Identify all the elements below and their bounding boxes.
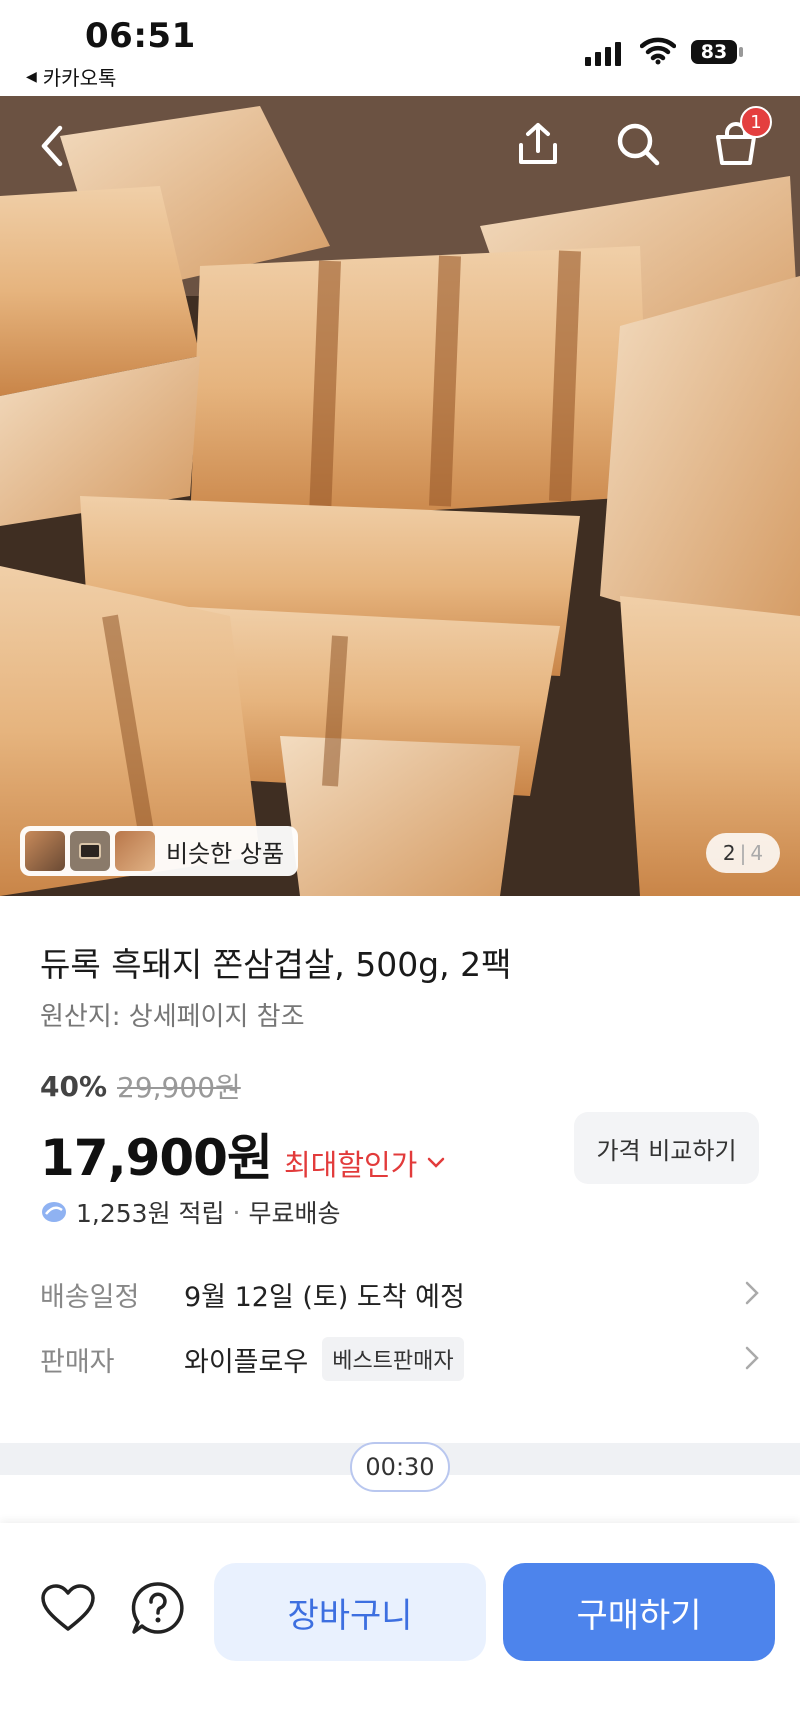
wifi-icon	[640, 37, 676, 65]
bottom-action-bar: 장바구니 구매하기	[0, 1523, 800, 1731]
battery-indicator: 83	[690, 39, 744, 65]
chevron-right-icon	[745, 1281, 759, 1305]
product-title: 듀록 흑돼지 쫀삼겹살, 500g, 2팩	[40, 945, 512, 984]
similar-thumbnail	[25, 831, 65, 871]
seller-row[interactable]: 판매자 와이플로우 베스트판매자	[40, 1337, 760, 1381]
question-icon	[131, 1582, 184, 1634]
search-icon	[617, 123, 660, 166]
buy-now-button[interactable]: 구매하기	[503, 1563, 775, 1661]
cart-count-badge: 1	[740, 106, 772, 138]
seller-label: 판매자	[40, 1346, 115, 1378]
page-separator: |	[739, 841, 747, 865]
original-price: 29,900원	[117, 1071, 241, 1104]
countdown-timer: 00:30	[350, 1442, 450, 1492]
similar-products-label: 비슷한 상품	[166, 839, 285, 868]
discount-percent: 40%	[40, 1069, 108, 1103]
search-button[interactable]	[610, 114, 666, 174]
product-origin: 원산지: 상세페이지 참조	[40, 1002, 305, 1032]
product-photo	[0, 96, 800, 896]
status-bar: 06:51 ◀ 카카오톡 83	[0, 0, 800, 96]
chevron-down-icon	[428, 1157, 445, 1168]
seller-name: 와이플로우	[184, 1346, 309, 1378]
chevron-left-icon	[41, 125, 63, 167]
total-pages: 4	[750, 841, 764, 865]
price-row: 17,900원 최대할인가	[40, 1118, 445, 1190]
max-discount-label: 최대할인가	[283, 1148, 418, 1182]
inquiry-button[interactable]	[128, 1578, 188, 1638]
similar-thumbnail	[115, 831, 155, 871]
image-page-indicator: 2 | 4	[706, 833, 780, 873]
back-triangle-icon: ◀	[26, 68, 37, 85]
battery-level: 83	[700, 41, 728, 63]
heart-icon	[41, 1584, 95, 1631]
sale-price: 17,900원	[40, 1129, 273, 1187]
compare-price-button[interactable]: 가격 비교하기	[574, 1112, 759, 1184]
points-earned: 1,253원 적립	[76, 1199, 225, 1228]
discount-row: 40% 29,900원	[40, 1066, 241, 1106]
share-icon	[519, 123, 557, 164]
back-to-app-link[interactable]: ◀ 카카오톡	[26, 62, 116, 91]
dot-separator: ·	[232, 1197, 241, 1227]
similar-products-chip[interactable]: 비슷한 상품	[20, 826, 299, 876]
cellular-signal-icon	[585, 40, 621, 66]
current-page: 2	[722, 841, 736, 865]
product-image-gallery[interactable]: 비슷한 상품 2 | 4	[0, 96, 800, 896]
status-time: 06:51	[85, 16, 196, 56]
shipping-fee: 무료배송	[248, 1199, 341, 1228]
max-discount-toggle[interactable]: 최대할인가	[284, 1142, 445, 1184]
delivery-date: 9월 12일 (토) 도착 예정	[184, 1281, 465, 1313]
back-button[interactable]	[30, 118, 74, 174]
delivery-schedule-row[interactable]: 배송일정 9월 12일 (토) 도착 예정	[40, 1272, 760, 1316]
points-shipping-row: 1,253원 적립 · 무료배송	[40, 1194, 341, 1230]
share-button[interactable]	[512, 114, 564, 174]
delivery-label: 배송일정	[40, 1281, 140, 1313]
wishlist-button[interactable]	[38, 1578, 98, 1638]
add-to-cart-button[interactable]: 장바구니	[214, 1563, 486, 1661]
similar-thumbnail	[70, 831, 110, 871]
chevron-right-icon	[745, 1346, 759, 1370]
best-seller-badge: 베스트판매자	[322, 1337, 464, 1381]
back-app-label: 카카오톡	[42, 66, 117, 90]
points-coin-icon	[42, 1202, 66, 1222]
